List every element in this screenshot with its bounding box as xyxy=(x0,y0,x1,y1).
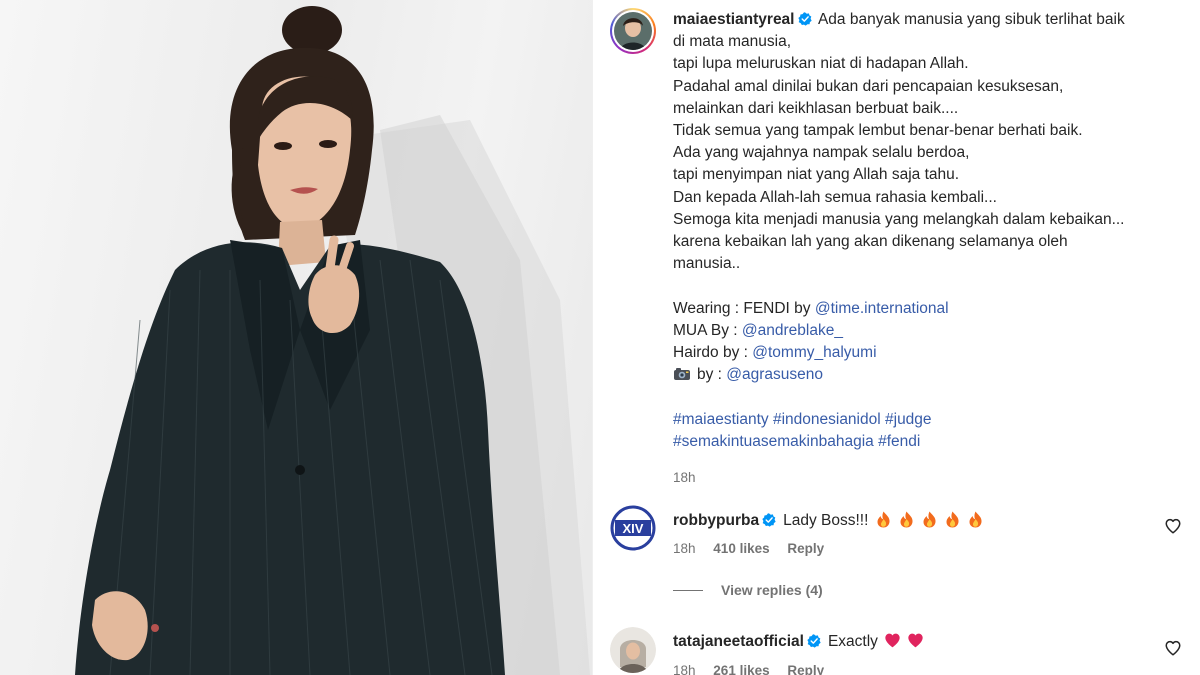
author-avatar[interactable] xyxy=(610,8,656,54)
post-photo[interactable] xyxy=(0,0,592,675)
comment-text: Lady Boss!!! xyxy=(783,512,869,529)
comment-text: Exactly xyxy=(827,633,878,650)
heart-outline-icon[interactable] xyxy=(1164,517,1182,535)
view-replies: View replies (4) xyxy=(673,582,823,598)
hashtag-judge[interactable]: #judge xyxy=(885,411,932,428)
post-time[interactable]: 18h xyxy=(673,470,696,485)
credit-photo-label: by : xyxy=(697,366,727,384)
caption-line-2: di mata manusia, xyxy=(673,33,792,51)
camera-emoji-icon xyxy=(674,368,690,381)
hashtag-line-2: #semakintuasemakinbahagia #fendi xyxy=(673,431,1178,453)
caption-line-11: karena kebaikan lah yang akan dikenang s… xyxy=(673,233,1068,251)
caption-line-6: Tidak semua yang tampak lembut benar-ben… xyxy=(673,122,1083,140)
author-username[interactable]: maiaestiantyreal xyxy=(673,11,795,28)
fire-emoji-icon xyxy=(923,511,936,528)
commenter-avatar-image xyxy=(610,627,656,673)
red-heart-emoji-group xyxy=(878,633,924,650)
fire-emoji-group xyxy=(868,511,983,529)
commenter-avatar-image: XIV xyxy=(610,505,656,551)
credit-photo: by : @agrasuseno xyxy=(673,364,1178,386)
credit-wearing: Wearing : FENDI by @time.international xyxy=(673,298,1178,320)
hashtag-semakintuasemakinbahagia[interactable]: #semakintuasemakinbahagia xyxy=(673,433,874,450)
mention-tommy-halyumi[interactable]: @tommy_halyumi xyxy=(752,344,876,361)
commenter-avatar-logo-text: XIV xyxy=(623,521,644,536)
comment-robbypurba: XIV robbypurba Lady Boss!!! 18h 410 likes… xyxy=(610,505,1182,565)
comment-time[interactable]: 18h xyxy=(673,541,696,556)
red-heart-emoji-icon xyxy=(908,633,923,648)
credit-hairdo-label: Hairdo by : xyxy=(673,344,753,362)
caption-line-12: manusia.. xyxy=(673,255,741,273)
credit-mua: MUA By : @andreblake_ xyxy=(673,320,1178,342)
commenter-avatar[interactable] xyxy=(610,627,656,673)
red-heart-emoji-icon xyxy=(885,633,900,648)
mention-andreblake[interactable]: @andreblake_ xyxy=(742,322,843,339)
fire-emoji-icon xyxy=(900,511,913,528)
verified-badge-icon xyxy=(762,513,776,527)
credit-wearing-label: Wearing : FENDI by xyxy=(673,299,815,317)
post-photo-artwork xyxy=(75,6,590,675)
reply-button[interactable]: Reply xyxy=(787,663,824,675)
comment-meta: 18h 261 likes Reply xyxy=(673,663,838,675)
post-caption: maiaestiantyreal Ada banyak manusia yang… xyxy=(673,9,1178,489)
credit-mua-label: MUA By : xyxy=(673,321,742,339)
fire-emoji-icon xyxy=(969,511,982,528)
comment-likes[interactable]: 410 likes xyxy=(713,541,769,556)
comment-body: tatajaneetaofficial Exactly xyxy=(673,633,924,651)
comment-likes[interactable]: 261 likes xyxy=(713,663,769,675)
commenter-avatar[interactable]: XIV xyxy=(610,505,656,551)
post-details-panel: maiaestiantyreal Ada banyak manusia yang… xyxy=(593,0,1200,675)
verified-badge-icon xyxy=(797,12,812,26)
comment-body: robbypurba Lady Boss!!! xyxy=(673,511,983,530)
credit-hairdo: Hairdo by : @tommy_halyumi xyxy=(673,342,1178,364)
mention-agrasuseno[interactable]: @agrasuseno xyxy=(726,366,823,383)
hashtag-fendi[interactable]: #fendi xyxy=(878,433,920,450)
comment-meta: 18h 410 likes Reply xyxy=(673,541,838,556)
fire-emoji-icon xyxy=(877,511,890,528)
mention-time-international[interactable]: @time.international xyxy=(815,300,949,317)
view-replies-button[interactable]: View replies (4) xyxy=(721,582,823,598)
commenter-username[interactable]: tatajaneetaofficial xyxy=(673,633,804,650)
caption-line-9: Dan kepada Allah-lah semua rahasia kemba… xyxy=(673,188,997,206)
caption-line-3: tapi lupa meluruskan niat di hadapan All… xyxy=(673,55,969,73)
reply-button[interactable]: Reply xyxy=(787,541,824,556)
commenter-username[interactable]: robbypurba xyxy=(673,512,759,529)
comment-tatajaneetaofficial: tatajaneetaofficial Exactly 18h 261 likes… xyxy=(610,627,1182,675)
caption-line-8: tapi menyimpan niat yang Allah saja tahu… xyxy=(673,166,960,184)
caption-line-4: Padahal amal dinilai bukan dari pencapai… xyxy=(673,77,1064,95)
caption-line-1: Ada banyak manusia yang sibuk terlihat b… xyxy=(817,11,1125,28)
hashtag-maiaestianty[interactable]: #maiaestianty xyxy=(673,411,769,428)
caption-line-5: melainkan dari keikhlasan berbuat baik..… xyxy=(673,99,959,117)
fire-emoji-icon xyxy=(946,511,959,528)
caption-line-7: Ada yang wajahnya nampak selalu berdoa, xyxy=(673,144,970,162)
hashtag-line-1: #maiaestianty #indonesianidol #judge xyxy=(673,409,1178,431)
author-avatar-image xyxy=(614,12,652,50)
comment-time[interactable]: 18h xyxy=(673,663,696,675)
heart-outline-icon[interactable] xyxy=(1164,639,1182,657)
view-replies-dash xyxy=(673,590,703,591)
verified-badge-icon xyxy=(807,634,821,648)
caption-line-10: Semoga kita menjadi manusia yang melangk… xyxy=(673,210,1125,228)
hashtag-indonesianidol[interactable]: #indonesianidol xyxy=(773,411,881,428)
